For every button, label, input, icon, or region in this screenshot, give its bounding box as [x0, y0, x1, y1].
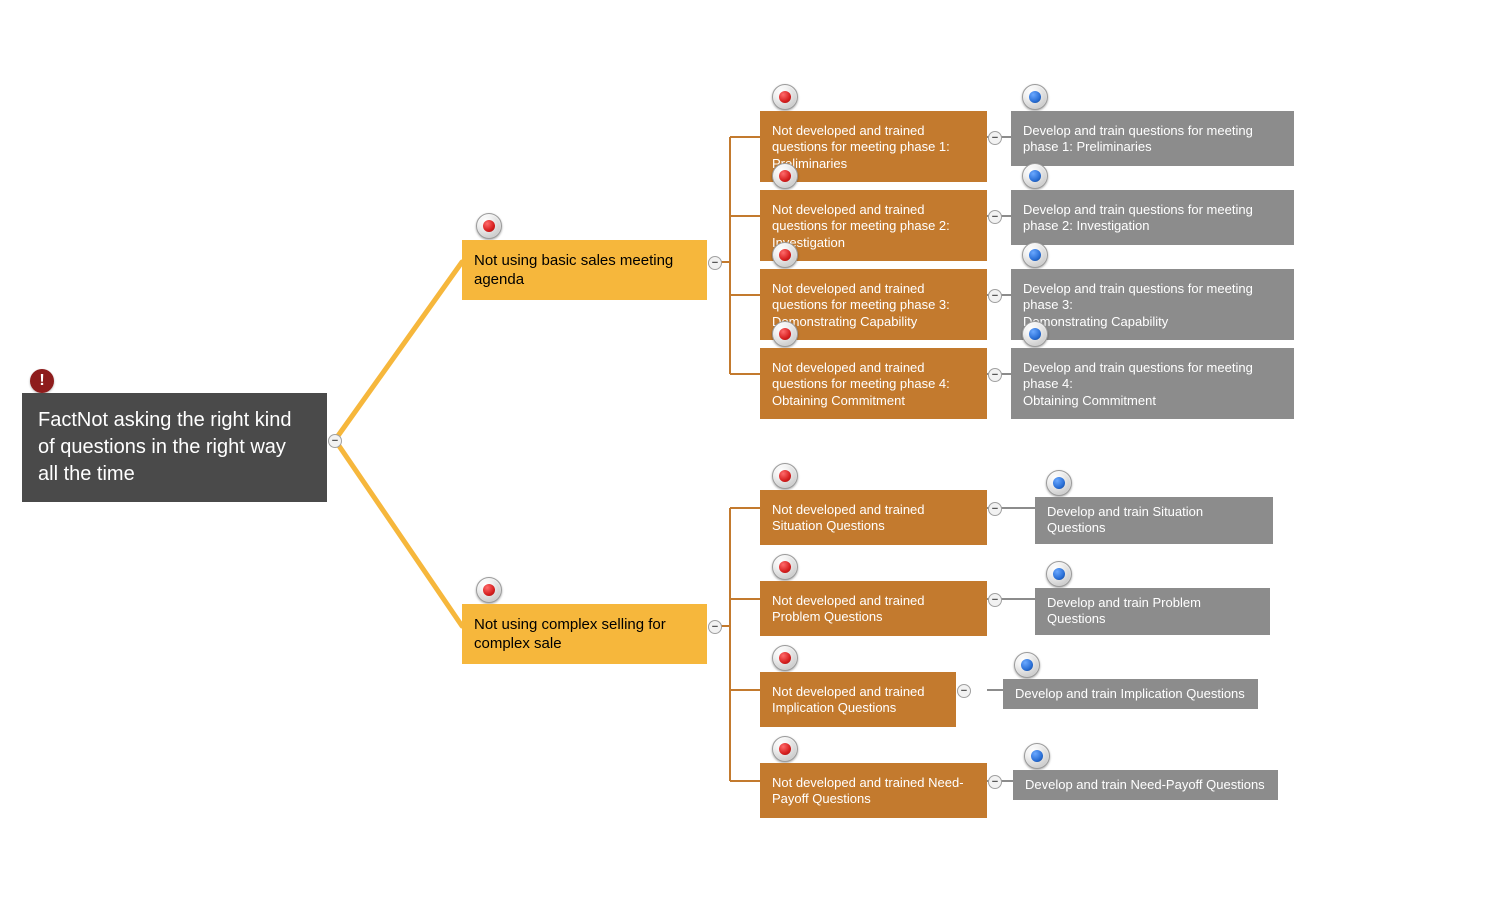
action-label: Develop and train Situation Questions: [1047, 504, 1203, 535]
action-node[interactable]: Develop and train Implication Questions: [1003, 679, 1258, 709]
action-node[interactable]: Develop and train Need-Payoff Questions: [1013, 770, 1278, 800]
problem-node[interactable]: Not developed and trained Problem Questi…: [760, 581, 987, 636]
problem-label: Not developed and trained Implication Qu…: [772, 684, 925, 715]
root-node[interactable]: FactNot asking the right kind of questio…: [22, 393, 327, 502]
collapse-toggle[interactable]: −: [957, 684, 971, 698]
root-label: FactNot asking the right kind of questio…: [38, 409, 291, 485]
red-badge-icon: [772, 321, 798, 347]
collapse-toggle[interactable]: −: [988, 289, 1002, 303]
problem-label: Not developed and trained Need-Payoff Qu…: [772, 775, 964, 806]
red-badge-icon: [476, 213, 502, 239]
collapse-toggle[interactable]: −: [708, 620, 722, 634]
problem-label: Not developed and trained questions for …: [772, 123, 950, 171]
collapse-toggle[interactable]: −: [988, 210, 1002, 224]
problem-label: Not developed and trained questions for …: [772, 281, 950, 329]
collapse-toggle[interactable]: −: [988, 593, 1002, 607]
collapse-toggle[interactable]: −: [988, 131, 1002, 145]
blue-badge-icon: [1022, 321, 1048, 347]
collapse-toggle[interactable]: −: [988, 502, 1002, 516]
red-badge-icon: [772, 463, 798, 489]
action-node[interactable]: Develop and train Problem Questions: [1035, 588, 1270, 635]
blue-badge-icon: [1024, 743, 1050, 769]
red-badge-icon: [772, 736, 798, 762]
blue-badge-icon: [1046, 561, 1072, 587]
action-label: Develop and train Problem Questions: [1047, 595, 1201, 626]
collapse-toggle[interactable]: −: [988, 775, 1002, 789]
blue-badge-icon: [1022, 242, 1048, 268]
problem-label: Not developed and trained Problem Questi…: [772, 593, 925, 624]
problem-label: Not developed and trained questions for …: [772, 360, 950, 408]
action-node[interactable]: Develop and train questions for meeting …: [1011, 348, 1294, 419]
action-node[interactable]: Develop and train questions for meeting …: [1011, 269, 1294, 340]
problem-node[interactable]: Not developed and trained questions for …: [760, 348, 987, 419]
action-label: Develop and train Implication Questions: [1015, 686, 1245, 701]
collapse-toggle[interactable]: −: [328, 434, 342, 448]
branch-label: Not using basic sales meeting agenda: [474, 252, 673, 288]
branch-node[interactable]: Not using complex selling for complex sa…: [462, 604, 707, 664]
red-badge-icon: [476, 577, 502, 603]
red-badge-icon: [772, 554, 798, 580]
alert-icon: !: [30, 369, 54, 393]
red-badge-icon: [772, 163, 798, 189]
blue-badge-icon: [1022, 84, 1048, 110]
action-label: Develop and train questions for meeting …: [1023, 281, 1253, 329]
red-badge-icon: [772, 645, 798, 671]
branch-label: Not using complex selling for complex sa…: [474, 616, 666, 652]
action-node[interactable]: Develop and train questions for meeting …: [1011, 111, 1294, 166]
action-node[interactable]: Develop and train Situation Questions: [1035, 497, 1273, 544]
action-node[interactable]: Develop and train questions for meeting …: [1011, 190, 1294, 245]
collapse-toggle[interactable]: −: [988, 368, 1002, 382]
action-label: Develop and train questions for meeting …: [1023, 123, 1253, 154]
problem-node[interactable]: Not developed and trained Implication Qu…: [760, 672, 956, 727]
action-label: Develop and train questions for meeting …: [1023, 202, 1253, 233]
red-badge-icon: [772, 242, 798, 268]
problem-node[interactable]: Not developed and trained Need-Payoff Qu…: [760, 763, 987, 818]
branch-node[interactable]: Not using basic sales meeting agenda: [462, 240, 707, 300]
action-label: Develop and train questions for meeting …: [1023, 360, 1253, 408]
problem-label: Not developed and trained questions for …: [772, 202, 950, 250]
problem-node[interactable]: Not developed and trained Situation Ques…: [760, 490, 987, 545]
blue-badge-icon: [1014, 652, 1040, 678]
problem-label: Not developed and trained Situation Ques…: [772, 502, 925, 533]
blue-badge-icon: [1046, 470, 1072, 496]
action-label: Develop and train Need-Payoff Questions: [1025, 777, 1265, 792]
blue-badge-icon: [1022, 163, 1048, 189]
collapse-toggle[interactable]: −: [708, 256, 722, 270]
red-badge-icon: [772, 84, 798, 110]
